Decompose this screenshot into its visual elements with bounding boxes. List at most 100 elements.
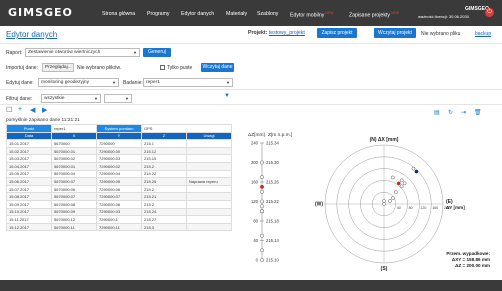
delete-icon[interactable]: 🗑	[474, 109, 482, 116]
cell-date[interactable]: 15.06.2017	[6, 177, 52, 186]
cell-notes[interactable]	[185, 169, 233, 179]
cell-y[interactable]: 7290000.07	[96, 192, 142, 201]
table-row[interactable]: 15.09.2017 5670000.08 7290000.06 215.2	[6, 199, 233, 209]
cell-date[interactable]: 15.07.2017	[6, 184, 52, 194]
cell-date[interactable]: 15.10.2017	[6, 207, 52, 217]
cell-z[interactable]: 215.3	[141, 222, 187, 232]
cell-z[interactable]: 215.25	[141, 177, 187, 186]
study-select[interactable]: reper1 ▼	[143, 78, 233, 87]
cell-notes[interactable]	[185, 139, 233, 148]
cell-x[interactable]: 5670000.01	[51, 146, 97, 156]
add-icon[interactable]: +	[18, 106, 22, 113]
load-data-button[interactable]: Wczytaj dane	[201, 63, 234, 72]
generate-button[interactable]: Generuj	[143, 48, 171, 57]
cell-date[interactable]: 15.08.2017	[6, 192, 52, 201]
filter-icon[interactable]: ▼	[224, 93, 230, 99]
table-row[interactable]: 15.12.2017 5670000.11 7290000.11 215.3	[6, 222, 233, 232]
cell-x[interactable]: 5670000.07	[51, 192, 97, 201]
cell-notes[interactable]	[185, 215, 233, 224]
cell-y[interactable]: 7290000	[96, 139, 142, 148]
cell-date[interactable]: 15.12.2017	[6, 222, 52, 232]
table-row[interactable]: 15.01.2017 5670000 7290000 215.1	[6, 139, 233, 148]
cell-z[interactable]: 215.1	[141, 139, 187, 148]
nav-materials[interactable]: Materiały	[226, 11, 247, 17]
cell-notes[interactable]	[185, 222, 233, 232]
nav-mobile-editor[interactable]: Edytor mobilnyNEW	[290, 11, 333, 19]
cell-date[interactable]: 15.02.2017	[6, 146, 52, 156]
gimsgeo-logo[interactable]: GIMSGEO	[8, 6, 73, 19]
cell-z[interactable]: 215.12	[141, 146, 187, 156]
cell-notes[interactable]	[185, 199, 233, 209]
cell-date[interactable]: 15.03.2017	[6, 154, 52, 163]
cell-y[interactable]: 7290000.00	[96, 146, 142, 156]
page-title[interactable]: Edytor danych	[6, 30, 57, 39]
cell-x[interactable]: 5670000.09	[51, 207, 97, 217]
cell-notes[interactable]	[185, 161, 233, 171]
cell-date[interactable]: 15.01.2017	[6, 139, 52, 148]
nav-programs[interactable]: Programy	[147, 11, 170, 17]
only-empty-checkbox[interactable]	[160, 65, 165, 70]
table-row[interactable]: 15.07.2017 5670000.06 7290000.06 215.2	[6, 184, 233, 194]
cell-y[interactable]: 7290000.11	[96, 222, 142, 232]
table-row[interactable]: 15.11.2017 5670000.12 7290000.1 215.27	[6, 215, 233, 224]
cell-x[interactable]: 5670000.01	[51, 161, 97, 171]
report-select[interactable]: Zestawienie otworów wiertniczych ▼	[25, 48, 140, 57]
cell-x[interactable]: 5670000	[51, 139, 97, 148]
cell-z[interactable]: 215.22	[141, 169, 187, 179]
meta-value-point[interactable]: reper1	[51, 124, 97, 133]
cell-z[interactable]: 215.15	[141, 154, 187, 163]
table-row[interactable]: 15.03.2017 5670000.02 7290000.03 215.15	[6, 154, 233, 163]
cell-x[interactable]: 5670000.08	[51, 199, 97, 209]
cell-y[interactable]: 7290000.04	[96, 169, 142, 179]
forward-icon[interactable]: ▶	[42, 106, 47, 114]
cell-y[interactable]: 7290000.06	[96, 184, 142, 194]
cell-y[interactable]: 7290000.06	[96, 199, 142, 209]
nav-data-editor[interactable]: Edytor danych	[181, 11, 214, 17]
cell-x[interactable]: 5670000.07	[51, 177, 97, 186]
export-icon[interactable]: ⇥	[461, 109, 466, 116]
cell-z[interactable]: 215.2	[141, 199, 187, 209]
backup-link[interactable]: backup	[475, 31, 491, 37]
filter-select[interactable]: wszystkie ▼	[41, 94, 101, 103]
table-row[interactable]: 15.04.2017 5670000.01 7290000.02 215.2	[6, 161, 233, 171]
refresh-icon[interactable]: ↻	[448, 109, 453, 116]
cell-y[interactable]: 7290000.05	[96, 177, 142, 186]
chart-icon[interactable]: ▤	[434, 109, 440, 116]
browse-button[interactable]: Przeglądaj...	[42, 63, 74, 72]
cell-notes[interactable]: Naprawa reperu	[185, 177, 233, 186]
column-header-date[interactable]: Data	[6, 131, 52, 141]
cell-y[interactable]: 7290000.1	[96, 215, 142, 224]
table-row[interactable]: 15.06.2017 5670000.07 7290000.05 215.25 Napr…	[6, 177, 233, 186]
cell-date[interactable]: 15.11.2017	[6, 215, 52, 224]
cell-notes[interactable]	[185, 192, 233, 201]
load-project-button[interactable]: Wczytaj projekt	[374, 28, 416, 38]
save-project-button[interactable]: Zapisz projekt	[317, 28, 357, 38]
column-header-y[interactable]: Y	[96, 131, 142, 141]
new-icon[interactable]: ☐	[6, 106, 12, 114]
back-icon[interactable]: ◀	[30, 106, 35, 114]
cell-notes[interactable]	[185, 154, 233, 163]
column-header-x[interactable]: X	[51, 131, 97, 141]
table-row[interactable]: 15.08.2017 5670000.07 7290000.07 215.21	[6, 192, 233, 201]
cell-z[interactable]: 215.2	[141, 184, 187, 194]
cell-z[interactable]: 215.27	[141, 215, 187, 224]
filter-secondary-select[interactable]: ▼	[104, 94, 132, 103]
edit-data-select[interactable]: monitoring geodezyjny ▼	[38, 78, 119, 87]
nav-home[interactable]: Strona główna	[102, 11, 135, 17]
cell-date[interactable]: 15.09.2017	[6, 199, 52, 209]
meta-value-system[interactable]: GPS	[140, 124, 233, 133]
cell-z[interactable]: 215.24	[141, 207, 187, 217]
cell-y[interactable]: 7290000.03	[96, 154, 142, 163]
table-row[interactable]: 15.05.2017 5670000.04 7290000.04 215.22	[6, 169, 233, 179]
table-row[interactable]: 15.02.2017 5670000.01 7290000.00 215.12	[6, 146, 233, 156]
cell-x[interactable]: 5670000.02	[51, 154, 97, 163]
cell-z[interactable]: 215.2	[141, 161, 187, 171]
cell-x[interactable]: 5670000.12	[51, 215, 97, 224]
cell-date[interactable]: 15.05.2017	[6, 169, 52, 179]
power-icon[interactable]: ⏻	[485, 8, 494, 17]
nav-saved-projects[interactable]: Zapisane projektyNEW	[349, 11, 399, 19]
project-name-link[interactable]: testowy_projekt	[269, 30, 305, 36]
cell-z[interactable]: 215.21	[141, 192, 187, 201]
cell-x[interactable]: 5670000.11	[51, 222, 97, 232]
cell-date[interactable]: 15.04.2017	[6, 161, 52, 171]
